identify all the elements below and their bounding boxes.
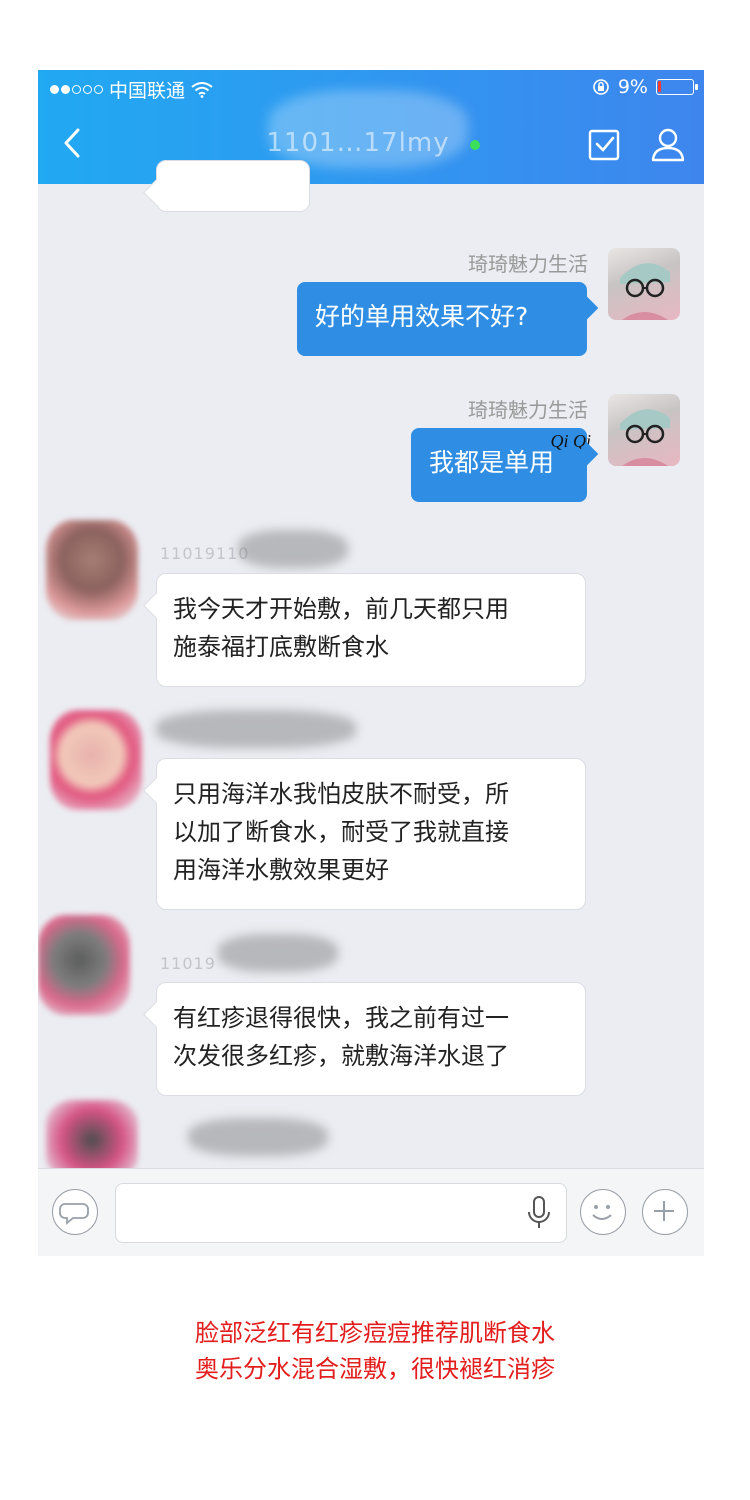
battery-icon bbox=[656, 79, 698, 95]
partial-message bbox=[156, 160, 310, 212]
name-redaction bbox=[156, 710, 356, 748]
message-bubble-out[interactable]: 我都是单用 Qi Qi bbox=[411, 428, 591, 502]
chat-screen: 中国联通 9% 1101…17lmy 琦琦魅力生活 好的单用效果不好? 琦琦魅力… bbox=[38, 70, 704, 1256]
carrier-label: 中国联通 bbox=[109, 80, 186, 102]
avatar[interactable] bbox=[608, 394, 680, 466]
message-line: 我今天才开始敷，前几天都只用 bbox=[173, 595, 509, 623]
status-left: 中国联通 bbox=[50, 76, 213, 103]
chevron-left-icon[interactable] bbox=[60, 126, 86, 160]
message-line: 施泰福打底敷断食水 bbox=[173, 633, 389, 661]
message-line: 用海洋水敷效果更好 bbox=[173, 856, 389, 884]
name-redaction bbox=[218, 934, 338, 972]
sender-name: 琦琦魅力生活 bbox=[468, 252, 588, 276]
message-line: 只用海洋水我怕皮肤不耐受，所 bbox=[173, 780, 509, 808]
message-bubble-in[interactable]: 只用海洋水我怕皮肤不耐受，所 以加了断食水，耐受了我就直接 用海洋水敷效果更好 bbox=[156, 758, 586, 910]
plus-icon[interactable] bbox=[642, 1189, 688, 1235]
message-bubble-in[interactable]: 有红疹退得很快，我之前有过一 次发很多红疹，就敷海洋水退了 bbox=[156, 982, 586, 1096]
name-redaction bbox=[188, 1118, 328, 1156]
wifi-icon bbox=[191, 81, 213, 98]
message-line: 有红疹退得很快，我之前有过一 bbox=[173, 1004, 509, 1032]
message-input[interactable] bbox=[115, 1183, 567, 1243]
microphone-icon[interactable] bbox=[526, 1195, 552, 1231]
sender-id: 11019 bbox=[160, 954, 216, 973]
avatar[interactable] bbox=[50, 710, 142, 810]
avatar[interactable] bbox=[46, 520, 138, 620]
sender-name: 琦琦魅力生活 bbox=[468, 398, 588, 422]
rotation-lock-icon bbox=[593, 79, 609, 95]
name-redaction bbox=[238, 530, 348, 568]
chat-title: 1101…17lmy bbox=[266, 128, 450, 158]
checkbox-icon[interactable] bbox=[588, 126, 622, 162]
message-line: 次发很多红疹，就敷海洋水退了 bbox=[173, 1042, 509, 1070]
signal-icon bbox=[50, 85, 103, 94]
qiqi-stamp: Qi Qi bbox=[550, 431, 592, 451]
message-bubble-out[interactable]: 好的单用效果不好? bbox=[297, 282, 587, 356]
message-text: 我都是单用 bbox=[429, 448, 555, 477]
speech-bubble-icon[interactable] bbox=[52, 1189, 98, 1235]
person-icon[interactable] bbox=[650, 126, 686, 162]
battery-percent: 9% bbox=[617, 76, 648, 98]
header-bar: 中国联通 9% 1101…17lmy bbox=[38, 70, 704, 184]
caption-line-1: 脸部泛红有红疹痘痘推荐肌断食水 bbox=[195, 1319, 555, 1347]
avatar[interactable] bbox=[38, 915, 130, 1015]
status-right: 9% bbox=[592, 76, 698, 98]
input-bar bbox=[38, 1168, 704, 1256]
smile-icon[interactable] bbox=[580, 1189, 626, 1235]
sender-id: 11019110 bbox=[160, 544, 250, 563]
message-bubble-in[interactable]: 我今天才开始敷，前几天都只用 施泰福打底敷断食水 bbox=[156, 573, 586, 687]
caption-line-2: 奥乐分水混合湿敷，很快褪红消疹 bbox=[195, 1355, 555, 1383]
message-line: 以加了断食水，耐受了我就直接 bbox=[173, 818, 509, 846]
online-indicator bbox=[470, 140, 480, 150]
avatar[interactable] bbox=[608, 248, 680, 320]
